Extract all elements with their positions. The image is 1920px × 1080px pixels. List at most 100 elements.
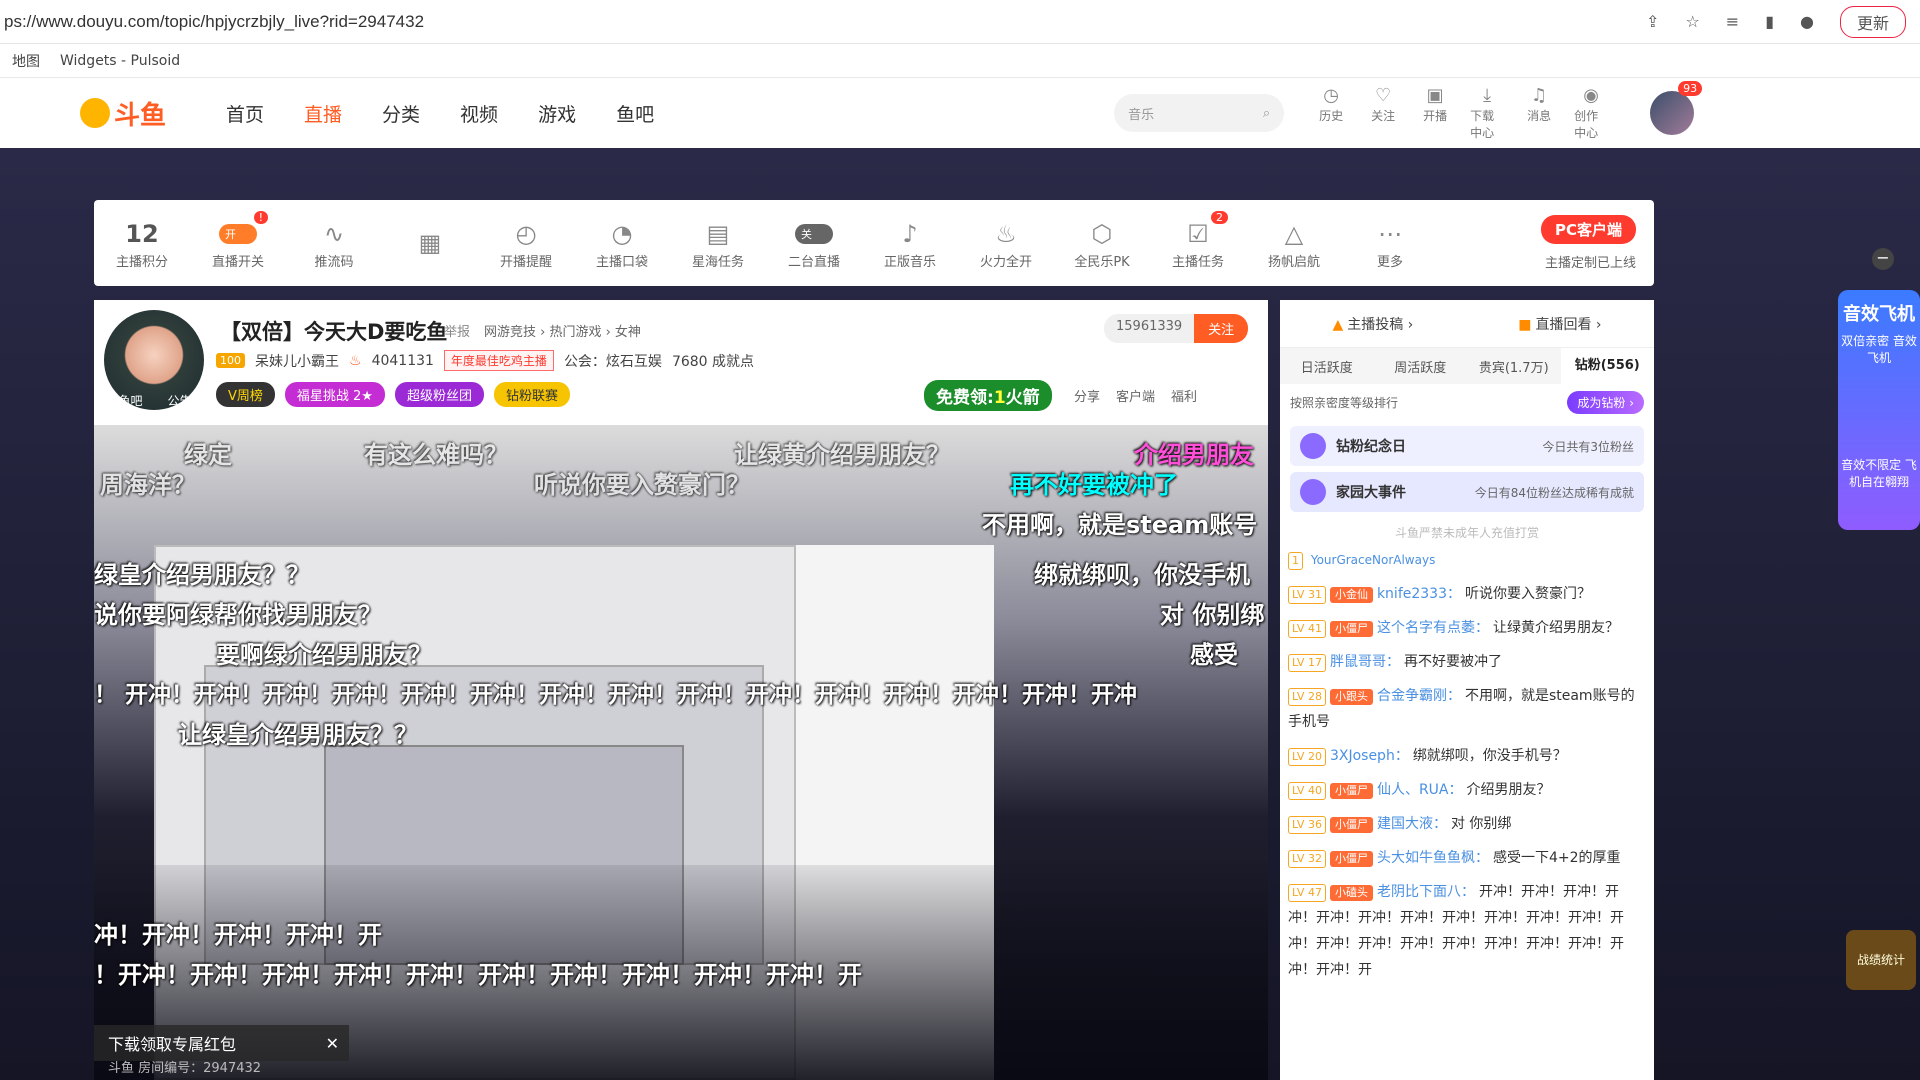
sail-icon: △ xyxy=(1284,219,1304,248)
guild-text[interactable]: 公会：炫石互娱 xyxy=(564,351,662,371)
sail-tool[interactable]: △ 扬帆启航 xyxy=(1246,217,1342,270)
share-icon[interactable]: ⇪ xyxy=(1646,12,1659,31)
danmu: 再不好要被冲了 xyxy=(1010,471,1178,499)
achievement-text[interactable]: 7680 成就点 xyxy=(672,351,754,371)
live-reminder[interactable]: ◴ 开播提醒 xyxy=(478,217,574,270)
creator-center-button[interactable]: ◉ 创作中心 xyxy=(1574,85,1608,141)
tab-vip[interactable]: 贵宾(1.7万) xyxy=(1467,357,1561,376)
sidepanel-icon[interactable]: ▮ xyxy=(1765,12,1774,31)
bookmark-pulsoid[interactable]: Widgets - Pulsoid xyxy=(60,53,180,69)
diamond-league-pill[interactable]: 钻粉联赛 xyxy=(493,382,570,407)
chat-message: LV 32 小僵尸 头大如牛鱼鱼枫： 感受一下4+2的厚重 xyxy=(1288,845,1646,871)
pc-client-area: PC客户端 主播定制已上线 xyxy=(1540,215,1636,271)
download-icon: ⤓ xyxy=(1483,85,1492,106)
week-rank-pill[interactable]: V周榜 xyxy=(216,382,275,407)
room-category[interactable]: 网游竞技 › 热门游戏 › 女神 xyxy=(484,321,641,340)
nav-game[interactable]: 游戏 xyxy=(538,100,576,127)
owner-name[interactable]: 呆妹儿小霸王 xyxy=(255,351,339,371)
profile-icon[interactable]: ● xyxy=(1800,12,1814,31)
nav-live[interactable]: 直播 xyxy=(304,100,342,127)
close-icon[interactable]: ✕ xyxy=(326,1034,339,1053)
firepower[interactable]: ♨ 火力全开 xyxy=(958,217,1054,270)
avatar-labels: 鱼吧 公告 xyxy=(106,392,204,409)
become-diamond-button[interactable]: 成为钻粉 › xyxy=(1567,390,1644,414)
licensed-music[interactable]: ♪ 正版音乐 xyxy=(862,217,958,270)
anchor-posts-link[interactable]: ▲ 主播投稿 › xyxy=(1332,314,1413,334)
lucky-challenge-pill[interactable]: 福星挑战 2★ xyxy=(284,382,385,407)
tab-diamond[interactable]: 钻粉(556) xyxy=(1560,348,1654,384)
pocket-icon: ◔ xyxy=(611,219,633,248)
camera-icon: ▣ xyxy=(1426,85,1444,106)
nav-yuba[interactable]: 鱼吧 xyxy=(616,100,654,127)
super-fans-pill[interactable]: 超级粉丝团 xyxy=(394,382,484,407)
history-button[interactable]: ◷ 历史 xyxy=(1314,85,1348,141)
live-switch[interactable]: ! 开 直播开关 xyxy=(190,210,286,270)
home-event-card[interactable]: 家园大事件 今日有84位粉丝达成稀有成就 xyxy=(1290,472,1644,512)
award-badge[interactable]: 年度最佳吃鸡主播 xyxy=(443,350,554,371)
nav-category[interactable]: 分类 xyxy=(382,100,420,127)
follow-button[interactable]: 关注 xyxy=(1194,314,1249,343)
gift-tool[interactable]: ▦ xyxy=(382,226,478,260)
follow-list-button[interactable]: ♡ 关注 xyxy=(1366,85,1400,141)
start-live-button[interactable]: ▣ 开播 xyxy=(1418,85,1452,141)
video-player[interactable]: 绿定 有这么难吗？ 让绿黄介绍男朋友？ 介绍男朋友 周海洋？ 听说你要入赘豪门？… xyxy=(94,425,1268,1080)
bookmark-map[interactable]: 地图 xyxy=(12,51,40,71)
more-tools[interactable]: ⋯ 更多 xyxy=(1342,217,1438,270)
star-icon[interactable]: ☆ xyxy=(1685,12,1699,31)
share-button[interactable]: 分享 xyxy=(1074,386,1100,405)
rank-description: 按照亲密度等级排行 成为钻粉 › xyxy=(1280,384,1654,420)
yuba-link[interactable]: 鱼吧 xyxy=(118,392,142,409)
client-button[interactable]: 客户端 xyxy=(1116,386,1155,405)
alarm-icon: ◴ xyxy=(515,219,537,248)
pk-tool[interactable]: ⬡ 全民乐PK xyxy=(1054,217,1150,270)
second-stream[interactable]: 关 二台直播 xyxy=(766,217,862,270)
pc-client-button[interactable]: PC客户端 xyxy=(1540,215,1636,244)
welfare-button[interactable]: 福利 xyxy=(1171,386,1197,405)
url-field[interactable]: ps://www.douyu.com/topic/hpjycrzbjly_liv… xyxy=(0,12,1646,32)
download-red-packet-banner[interactable]: 下载领取专属红包 ✕ xyxy=(94,1025,349,1061)
rank-tabs: 日活跃度 周活跃度 贵宾(1.7万) 钻粉(556) xyxy=(1280,348,1654,384)
minimize-button[interactable]: − xyxy=(1872,248,1894,270)
nav-video[interactable]: 视频 xyxy=(460,100,498,127)
history-icon: ◷ xyxy=(1323,85,1339,106)
reading-list-icon[interactable]: ≡ xyxy=(1726,12,1739,31)
notice-link[interactable]: 公告 xyxy=(167,392,191,409)
user-avatar[interactable]: 93 xyxy=(1650,81,1703,135)
bookmarks-bar: 地图 Widgets - Pulsoid xyxy=(0,44,1920,78)
chat-message: LV 31 小金仙 knife2333： 听说你要入赘豪门？ xyxy=(1288,581,1646,607)
replay-link[interactable]: ■ 直播回看 › xyxy=(1518,314,1601,334)
messages-button[interactable]: ♫ 消息 xyxy=(1522,85,1556,141)
nav-home[interactable]: 首页 xyxy=(226,100,264,127)
tab-daily[interactable]: 日活跃度 xyxy=(1280,357,1374,376)
tab-weekly[interactable]: 周活跃度 xyxy=(1374,357,1468,376)
fire-icon: ♨ xyxy=(995,219,1017,248)
diamond-anniversary-card[interactable]: 钻粉纪念日 今日共有3位粉丝 xyxy=(1290,426,1644,466)
notification-badge: 93 xyxy=(1678,81,1703,96)
anchor-pocket[interactable]: ◔ 主播口袋 xyxy=(574,217,670,270)
danmu: ！ 开冲！开冲！开冲！开冲！开冲！开冲！开冲！开冲！开冲！开冲！开冲！开冲！开冲… xyxy=(94,682,1138,708)
second-stream-toggle[interactable]: 关 xyxy=(795,223,833,244)
anchor-score[interactable]: 12 主播积分 xyxy=(94,217,190,270)
post-icon: ▲ xyxy=(1332,316,1344,333)
danmu: 绿皇介绍男朋友？？ xyxy=(94,561,310,589)
waveform-icon: ∿ xyxy=(323,219,345,248)
free-rocket-button[interactable]: 免费领:1火箭 xyxy=(924,380,1052,411)
danmu: ！开冲！开冲！开冲！开冲！开冲！开冲！开冲！开冲！开冲！开冲！开 xyxy=(94,961,862,989)
anchor-task[interactable]: 2 ☑ 主播任务 xyxy=(1150,210,1246,270)
update-button[interactable]: 更新 xyxy=(1839,5,1906,38)
search-input[interactable]: 音乐 ⌕ xyxy=(1114,94,1285,132)
danmu: 让绿皇介绍男朋友？？ xyxy=(178,721,418,749)
douyu-logo[interactable]: 斗鱼 xyxy=(80,96,166,130)
battle-stats-widget[interactable]: 战绩统计 xyxy=(1846,930,1916,990)
stream-key[interactable]: ∿ 推流码 xyxy=(286,217,382,270)
chat-message: LV 17 胖鼠哥哥： 再不好要被冲了 xyxy=(1288,649,1646,675)
search-icon[interactable]: ⌕ xyxy=(1263,106,1270,121)
report-link[interactable]: 举报 xyxy=(444,321,470,340)
star-sea-task[interactable]: ▤ 星海任务 xyxy=(670,217,766,270)
bell-icon: ♫ xyxy=(1531,85,1548,106)
sound-plane-widget[interactable]: 音效飞机 双倍亲密 音效飞机 音效不限定 飞机自在翱翔 xyxy=(1838,290,1920,530)
room-pills: V周榜 福星挑战 2★ 超级粉丝团 钻粉联赛 xyxy=(216,382,570,407)
room-info: 鱼吧 公告 【双倍】今天大D要吃鱼 举报 网游竞技 › 热门游戏 › 女神 10… xyxy=(94,300,1268,425)
live-toggle[interactable]: 开 xyxy=(219,223,257,244)
download-center-button[interactable]: ⤓ 下载中心 xyxy=(1470,85,1504,141)
